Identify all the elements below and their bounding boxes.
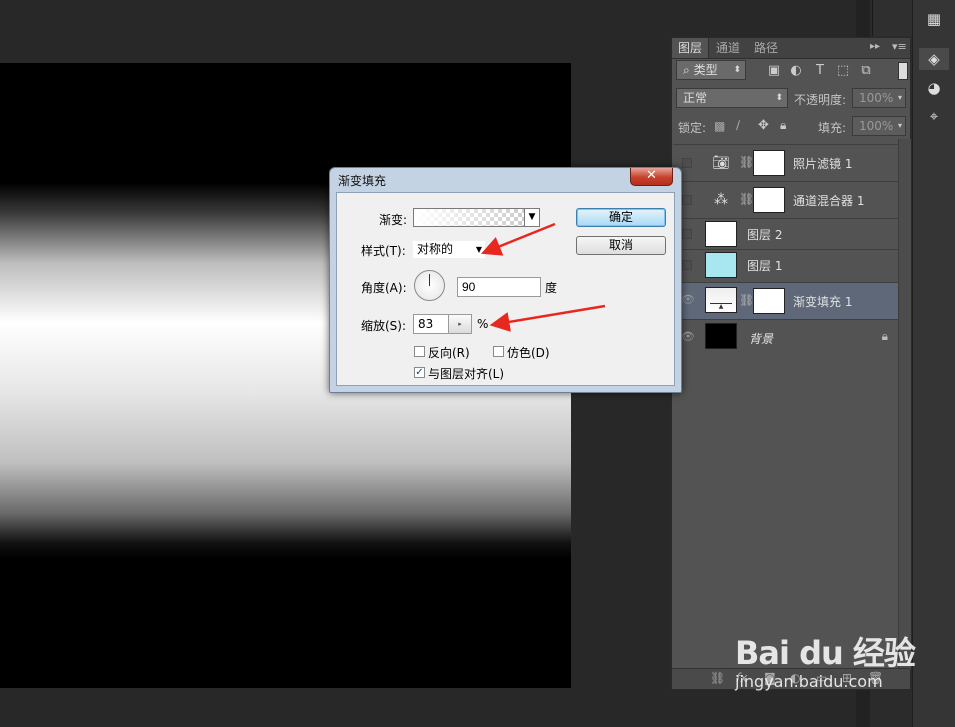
arrow-to-style bbox=[481, 222, 556, 256]
baidu-watermark: Bai du 经验 jingyan.baidu.com bbox=[735, 628, 916, 691]
arrow-to-scale bbox=[489, 304, 606, 332]
watermark-logo: Bai du 经验 bbox=[735, 634, 916, 672]
watermark-url: jingyan.baidu.com bbox=[735, 672, 883, 691]
annotation-arrows bbox=[481, 222, 606, 332]
